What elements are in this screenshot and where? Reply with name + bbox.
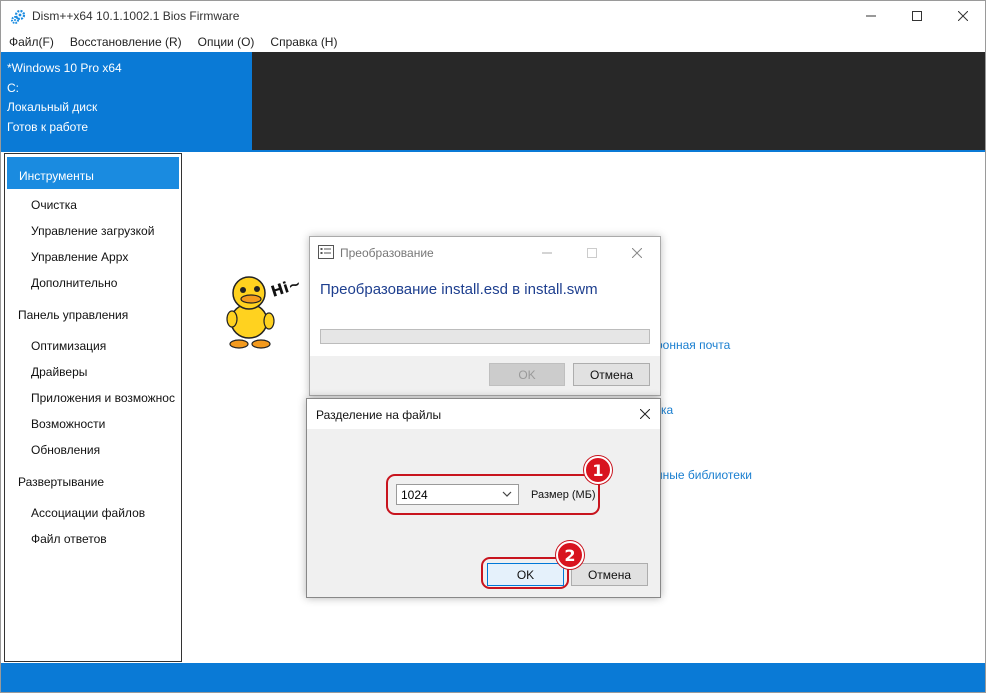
sidebar-item-answer-file[interactable]: Файл ответов: [31, 532, 107, 546]
tool-link-libraries[interactable]: нные библиотеки: [656, 468, 752, 482]
list-icon: [318, 245, 334, 259]
convert-dialog-title: Преобразование: [340, 246, 434, 260]
convert-progress-bar: [320, 329, 650, 344]
tool-link-partial[interactable]: ка: [661, 403, 673, 417]
menu-bar: Файл(F) Восстановление (R) Опции (O) Спр…: [1, 32, 985, 52]
menu-help[interactable]: Справка (H): [262, 32, 345, 52]
session-list-area: [252, 52, 985, 150]
sidebar-category-deployment[interactable]: Развертывание: [18, 475, 104, 489]
sidebar-item-apps-features[interactable]: Приложения и возможнос: [31, 391, 175, 405]
menu-file[interactable]: Файл(F): [1, 32, 62, 52]
split-dialog-titlebar: Разделение на файлы: [307, 399, 660, 429]
split-cancel-button[interactable]: Отмена: [571, 563, 648, 586]
sidebar-item-features[interactable]: Возможности: [31, 417, 105, 431]
convert-ok-button[interactable]: OK: [489, 363, 565, 386]
sidebar-item-boot-manager[interactable]: Управление загрузкой: [31, 224, 154, 238]
drive-letter: C:: [7, 80, 19, 95]
window-title: Dism++x64 10.1.1002.1 Bios Firmware: [32, 9, 240, 23]
convert-dialog-titlebar: Преобразование: [310, 237, 660, 268]
sidebar: Инструменты Очистка Управление загрузкой…: [4, 153, 182, 662]
convert-cancel-button[interactable]: Отмена: [573, 363, 650, 386]
sidebar-item-appx[interactable]: Управление Appx: [31, 250, 128, 264]
convert-dialog-heading: Преобразование install.esd в install.swm: [320, 281, 598, 298]
close-icon: [958, 11, 968, 21]
minimize-icon[interactable]: [542, 248, 552, 258]
title-bar: Dism++x64 10.1.1002.1 Bios Firmware: [1, 1, 985, 31]
duck-mascot-image: Hi~: [226, 274, 303, 349]
tool-link-email[interactable]: ронная почта: [656, 338, 730, 352]
close-icon[interactable]: [640, 409, 650, 419]
convert-dialog-body: Преобразование install.esd в install.swm: [310, 268, 660, 356]
maximize-button[interactable]: [894, 1, 940, 31]
callout-badge-2: 2: [556, 541, 584, 569]
convert-dialog: Преобразование Преобразование install.es…: [309, 236, 661, 396]
minimize-button[interactable]: [848, 1, 894, 31]
callout-highlight-size: [386, 474, 600, 515]
sidebar-item-updates[interactable]: Обновления: [31, 443, 100, 457]
gears-icon: [11, 9, 26, 24]
sidebar-item-tools[interactable]: Инструменты: [7, 157, 179, 189]
sidebar-category-control-panel[interactable]: Панель управления: [18, 308, 128, 322]
header-divider: [1, 150, 985, 152]
minimize-icon: [866, 15, 876, 17]
sidebar-item-drivers[interactable]: Драйверы: [31, 365, 87, 379]
status-bar: [1, 663, 985, 692]
sidebar-item-optimization[interactable]: Оптимизация: [31, 339, 106, 353]
maximize-icon: [912, 11, 922, 21]
maximize-icon[interactable]: [587, 248, 597, 258]
os-name: *Windows 10 Pro x64: [7, 61, 122, 75]
callout-highlight-ok: [481, 557, 569, 589]
menu-restore[interactable]: Восстановление (R): [62, 32, 190, 52]
drive-type: Локальный диск: [7, 100, 98, 114]
close-button[interactable]: [940, 1, 985, 31]
callout-badge-1: 1: [584, 456, 612, 484]
split-dialog-title: Разделение на файлы: [316, 408, 442, 422]
menu-options[interactable]: Опции (O): [190, 32, 263, 52]
svg-text:Hi~: Hi~: [269, 274, 303, 300]
session-status: Готов к работе: [7, 119, 89, 134]
sidebar-item-cleanup[interactable]: Очистка: [31, 198, 77, 212]
sidebar-item-advanced[interactable]: Дополнительно: [31, 276, 117, 290]
session-panel[interactable]: *Windows 10 Pro x64 C: Локальный диск Го…: [1, 52, 252, 150]
sidebar-item-file-associations[interactable]: Ассоциации файлов: [31, 506, 145, 520]
close-icon[interactable]: [632, 248, 642, 258]
